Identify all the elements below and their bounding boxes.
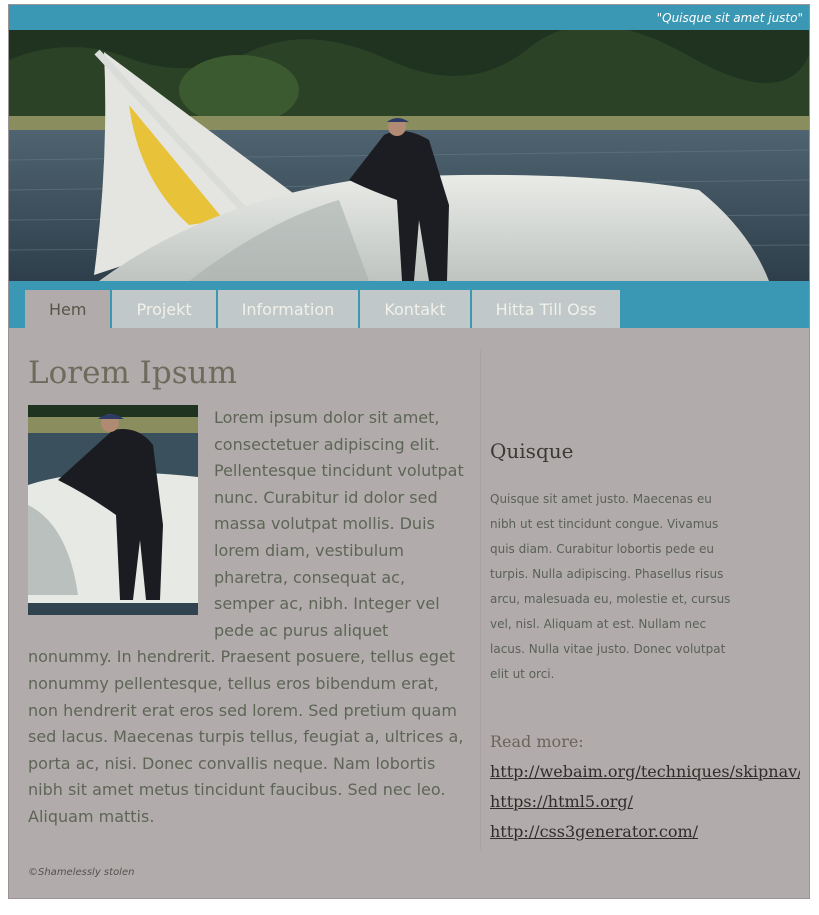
nav-item-information[interactable]: Information [217,290,359,328]
footer-credit: ©Shamelessly stolen [28,867,135,878]
column-divider [480,350,481,850]
link-css3generator[interactable]: http://css3generator.com/ [490,817,800,847]
sidebar-title: Quisque [490,439,574,463]
header-tagline: "Quisque sit amet justo" [656,11,803,25]
hero-photo-sailboat [9,30,809,281]
nav-item-kontakt[interactable]: Kontakt [360,290,470,328]
sidebar: Quisque Quisque sit amet justo. Maecenas… [490,437,800,847]
nav-item-projekt[interactable]: Projekt [112,290,216,328]
article-photo [28,405,198,615]
main-title: Lorem Ipsum [28,355,238,391]
read-more-label: Read more: [490,732,584,751]
nav-tabs: Hem Projekt Information Kontakt Hitta Ti… [25,290,621,328]
link-html5[interactable]: https://html5.org/ [490,787,800,817]
top-bar: "Quisque sit amet justo" [9,5,809,30]
link-webaim-skipnav[interactable]: http://webaim.org/techniques/skipnav/ [490,757,800,787]
main-content: Lorem Ipsum Lorem ipsum dolor sit amet, … [28,353,468,831]
page-container: "Quisque sit amet justo" Hem Projekt Inf… [8,4,810,899]
nav-item-hitta-till-oss[interactable]: Hitta Till Oss [471,290,621,328]
main-navigation: Hem Projekt Information Kontakt Hitta Ti… [9,281,809,328]
main-article: Lorem ipsum dolor sit amet, consectetuer… [28,405,468,831]
hero-image [9,30,809,281]
nav-item-hem[interactable]: Hem [25,290,111,328]
sidebar-text: Quisque sit amet justo. Maecenas eu nibh… [490,492,731,681]
article-photo-man-on-hull [28,405,198,615]
